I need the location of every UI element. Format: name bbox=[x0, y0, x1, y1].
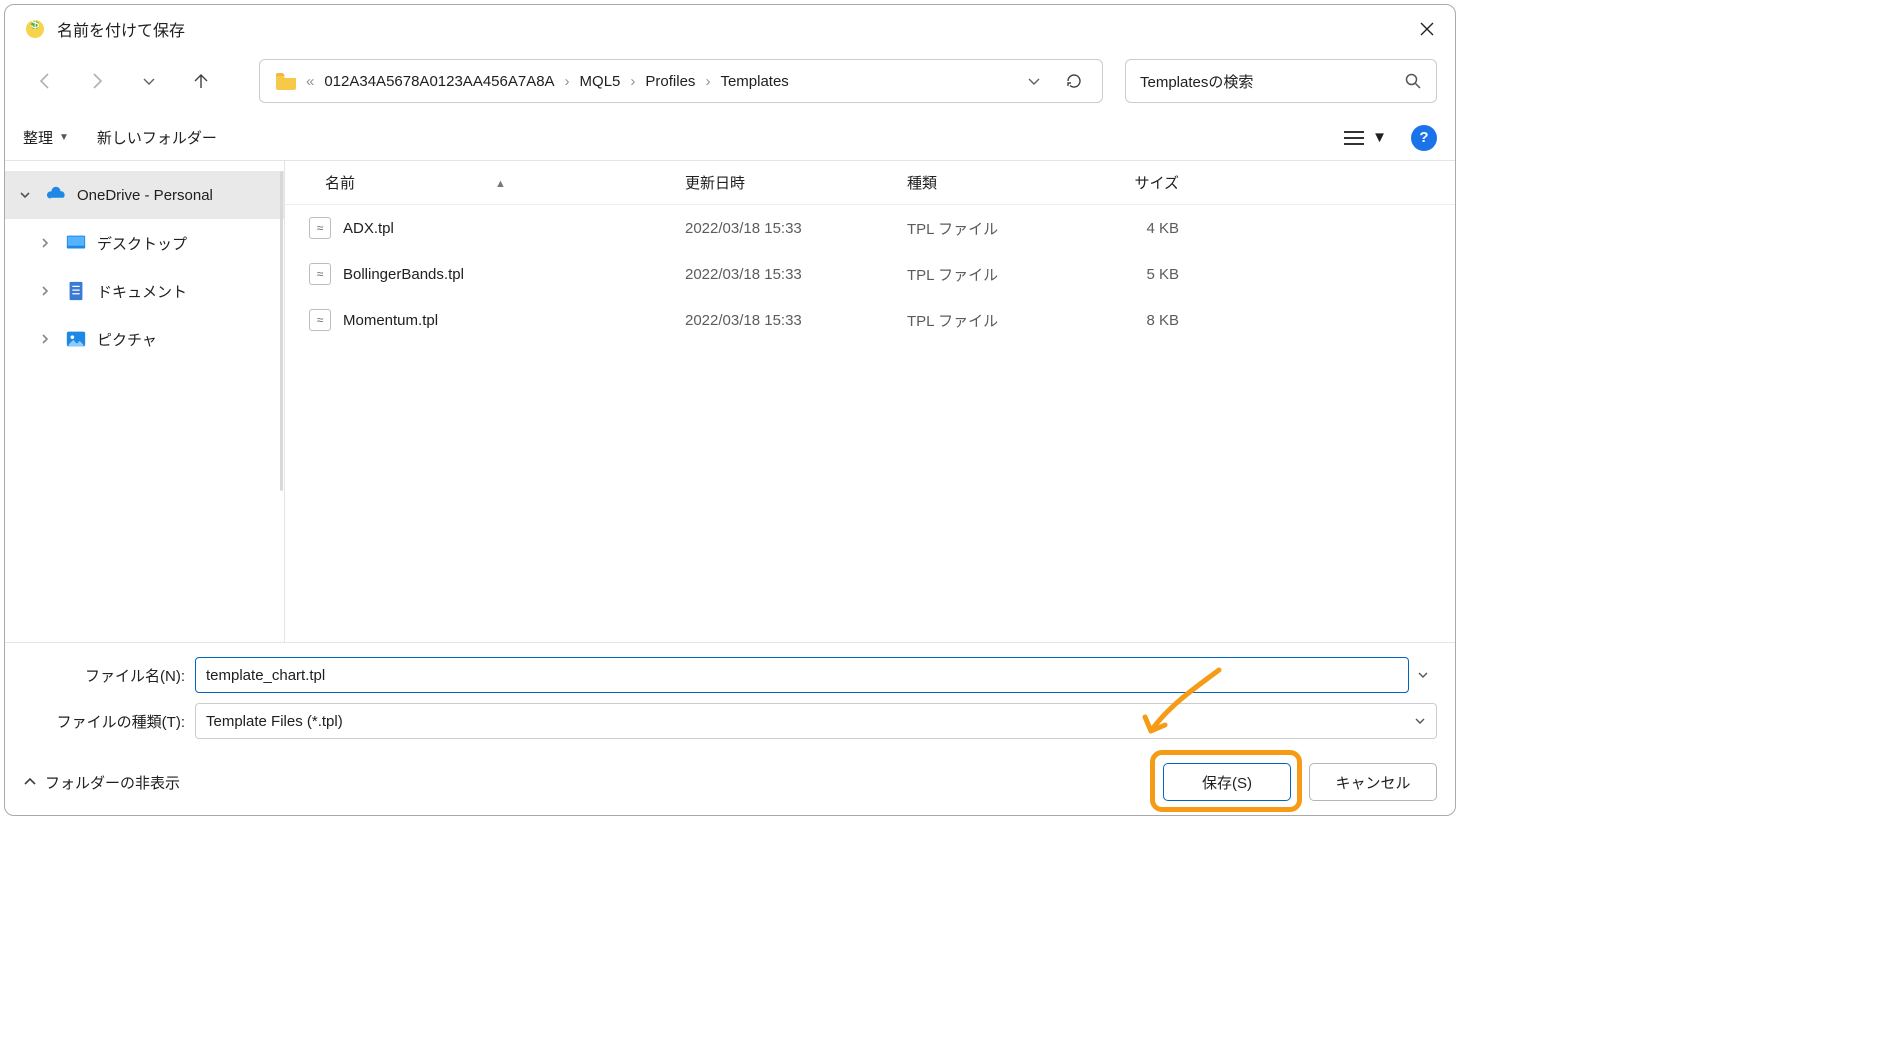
breadcrumb-root[interactable]: 012A34A5678A0123AA456A7A8A bbox=[318, 69, 560, 94]
filetype-label: ファイルの種類(T): bbox=[23, 711, 195, 732]
file-date: 2022/03/18 15:33 bbox=[685, 312, 907, 329]
save-button[interactable]: 保存(S) bbox=[1163, 763, 1291, 801]
chevron-down-icon: ▼ bbox=[59, 132, 69, 143]
sort-asc-icon: ▲ bbox=[495, 178, 506, 190]
close-button[interactable] bbox=[1401, 9, 1453, 49]
file-name: ADX.tpl bbox=[343, 220, 394, 237]
view-mode-button[interactable]: ▼ bbox=[1338, 125, 1393, 150]
chevron-down-icon bbox=[1414, 715, 1426, 727]
list-view-icon bbox=[1344, 130, 1364, 146]
file-list: 名前▲ 更新日時 種類 サイズ ≈ ADX.tpl 2022/03/18 15:33… bbox=[285, 161, 1455, 642]
forward-button[interactable] bbox=[75, 59, 119, 103]
document-icon bbox=[65, 280, 87, 302]
nav-row: « 012A34A5678A0123AA456A7A8A › MQL5 › Pr… bbox=[5, 53, 1455, 109]
expand-icon[interactable] bbox=[39, 237, 55, 249]
file-date: 2022/03/18 15:33 bbox=[685, 266, 907, 283]
chevron-right-icon: › bbox=[565, 73, 570, 90]
file-date: 2022/03/18 15:33 bbox=[685, 220, 907, 237]
breadcrumb-item[interactable]: MQL5 bbox=[574, 69, 627, 94]
desktop-icon bbox=[65, 232, 87, 254]
folder-icon bbox=[274, 69, 298, 93]
app-icon: $ bbox=[23, 17, 47, 41]
file-size: 8 KB bbox=[1085, 312, 1205, 329]
sidebar: OneDrive - Personal デスクトップ ドキュメント ピクチャ bbox=[5, 161, 285, 642]
file-row[interactable]: ≈ ADX.tpl 2022/03/18 15:33TPL ファイル4 KB bbox=[285, 205, 1455, 251]
chevron-right-icon: › bbox=[630, 73, 635, 90]
chevron-right-icon: › bbox=[705, 73, 710, 90]
titlebar: $ 名前を付けて保存 bbox=[5, 5, 1455, 53]
column-header-type[interactable]: 種類 bbox=[907, 172, 1085, 193]
search-icon bbox=[1404, 72, 1422, 90]
file-name: Momentum.tpl bbox=[343, 312, 438, 329]
filename-label: ファイル名(N): bbox=[23, 665, 195, 686]
refresh-button[interactable] bbox=[1052, 72, 1096, 90]
up-button[interactable] bbox=[179, 59, 223, 103]
sidebar-item-documents[interactable]: ドキュメント bbox=[5, 267, 284, 315]
hide-folders-toggle[interactable]: フォルダーの非表示 bbox=[23, 772, 180, 793]
column-header-name[interactable]: 名前▲ bbox=[285, 172, 685, 193]
file-row[interactable]: ≈ BollingerBands.tpl 2022/03/18 15:33TPL フ… bbox=[285, 251, 1455, 297]
organize-menu[interactable]: 整理▼ bbox=[23, 127, 69, 148]
column-header-date[interactable]: 更新日時 bbox=[685, 172, 907, 193]
file-size: 5 KB bbox=[1085, 266, 1205, 283]
svg-text:$: $ bbox=[31, 17, 40, 32]
tpl-file-icon: ≈ bbox=[309, 263, 331, 285]
breadcrumb-overflow[interactable]: « bbox=[306, 73, 314, 90]
file-type: TPL ファイル bbox=[907, 218, 1085, 239]
save-as-dialog: $ 名前を付けて保存 « 012A34A5678A0123AA456A7A8A … bbox=[4, 4, 1456, 816]
chevron-up-icon bbox=[23, 775, 37, 789]
breadcrumb: « 012A34A5678A0123AA456A7A8A › MQL5 › Pr… bbox=[306, 69, 1016, 94]
tpl-file-icon: ≈ bbox=[309, 309, 331, 331]
file-list-header: 名前▲ 更新日時 種類 サイズ bbox=[285, 161, 1455, 205]
expand-icon[interactable] bbox=[39, 285, 55, 297]
window-title: 名前を付けて保存 bbox=[57, 17, 185, 41]
back-button[interactable] bbox=[23, 59, 67, 103]
address-dropdown[interactable] bbox=[1016, 74, 1052, 88]
new-folder-button[interactable]: 新しいフォルダー bbox=[97, 127, 217, 148]
filename-dropdown[interactable] bbox=[1409, 669, 1437, 681]
help-button[interactable]: ? bbox=[1411, 125, 1437, 151]
column-header-size[interactable]: サイズ bbox=[1085, 172, 1205, 193]
search-placeholder: Templatesの検索 bbox=[1140, 71, 1404, 92]
recent-dropdown[interactable] bbox=[127, 59, 171, 103]
filetype-select[interactable]: Template Files (*.tpl) bbox=[195, 703, 1437, 739]
file-type: TPL ファイル bbox=[907, 310, 1085, 331]
sidebar-item-desktop[interactable]: デスクトップ bbox=[5, 219, 284, 267]
tpl-file-icon: ≈ bbox=[309, 217, 331, 239]
search-input[interactable]: Templatesの検索 bbox=[1125, 59, 1437, 103]
filename-input[interactable] bbox=[195, 657, 1409, 693]
bottom-panel: ファイル名(N): ファイルの種類(T): Template Files (*.… bbox=[5, 642, 1455, 815]
expand-icon[interactable] bbox=[39, 333, 55, 345]
file-type: TPL ファイル bbox=[907, 264, 1085, 285]
sidebar-item-onedrive[interactable]: OneDrive - Personal bbox=[5, 171, 284, 219]
file-name: BollingerBands.tpl bbox=[343, 266, 464, 283]
breadcrumb-item[interactable]: Profiles bbox=[639, 69, 701, 94]
toolbar: 整理▼ 新しいフォルダー ▼ ? bbox=[5, 115, 1455, 161]
cancel-button[interactable]: キャンセル bbox=[1309, 763, 1437, 801]
onedrive-icon bbox=[45, 184, 67, 206]
sidebar-item-pictures[interactable]: ピクチャ bbox=[5, 315, 284, 363]
collapse-icon[interactable] bbox=[19, 189, 35, 201]
file-size: 4 KB bbox=[1085, 220, 1205, 237]
file-row[interactable]: ≈ Momentum.tpl 2022/03/18 15:33TPL ファイル8 K… bbox=[285, 297, 1455, 343]
breadcrumb-item[interactable]: Templates bbox=[714, 69, 794, 94]
address-bar[interactable]: « 012A34A5678A0123AA456A7A8A › MQL5 › Pr… bbox=[259, 59, 1103, 103]
pictures-icon bbox=[65, 328, 87, 350]
chevron-down-icon: ▼ bbox=[1372, 129, 1387, 146]
